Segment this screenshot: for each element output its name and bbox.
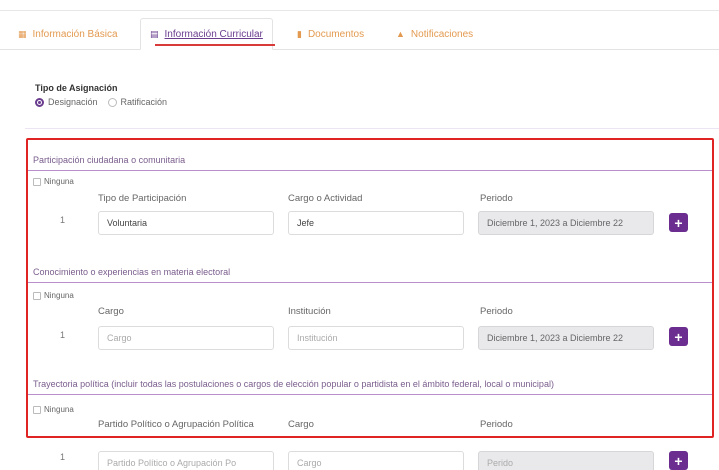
ninguna-checkbox-electoral[interactable]: Ninguna — [33, 291, 74, 300]
radio-ratificacion[interactable] — [107, 97, 117, 107]
section-underline — [28, 170, 714, 171]
col-header-cargo: Cargo — [98, 306, 124, 317]
id-card-icon: ▦ — [18, 28, 27, 39]
checkbox[interactable] — [33, 405, 41, 414]
col-header-tipo-participacion: Tipo de Participación — [98, 193, 187, 204]
cargo-input[interactable]: Cargo — [288, 451, 464, 470]
col-header-periodo: Periodo — [480, 306, 513, 317]
bell-icon: ▲ — [396, 29, 405, 39]
asignacion-title: Tipo de Asignación — [35, 83, 118, 93]
document-list-icon: ▤ — [150, 28, 159, 39]
radio-designacion-label: Designación — [48, 97, 98, 107]
tab-label: Información Curricular — [164, 28, 263, 40]
file-icon: ▮ — [297, 28, 302, 39]
col-header-partido: Partido Político o Agrupación Política — [98, 419, 254, 430]
asignacion-radio-group: Designación Ratificación — [35, 97, 177, 107]
col-header-periodo: Periodo — [480, 193, 513, 204]
ninguna-label: Ninguna — [44, 177, 74, 186]
ninguna-label: Ninguna — [44, 405, 74, 414]
periodo-input[interactable]: Diciembre 1, 2023 a Diciembre 22 — [478, 326, 654, 350]
section-divider — [25, 128, 719, 129]
tab-label: Documentos — [307, 28, 365, 40]
add-row-button[interactable]: + — [669, 327, 688, 346]
add-row-button[interactable]: + — [669, 451, 688, 470]
section-underline — [28, 394, 714, 395]
row-number: 1 — [60, 215, 66, 225]
section-title-participacion: Participación ciudadana o comunitaria — [33, 155, 186, 165]
tab-label: Notificaciones — [410, 28, 474, 40]
col-header-cargo: Cargo — [288, 419, 314, 430]
partido-input[interactable]: Partido Político o Agrupación Po — [98, 451, 274, 470]
col-header-institucion: Institución — [288, 306, 331, 317]
row-number: 1 — [60, 452, 66, 462]
ninguna-label: Ninguna — [44, 291, 74, 300]
col-header-periodo: Periodo — [480, 419, 513, 430]
cargo-input[interactable]: Cargo — [98, 326, 274, 350]
col-header-cargo-actividad: Cargo o Actividad — [288, 193, 363, 204]
section-underline — [28, 282, 714, 283]
periodo-input[interactable]: Perido — [478, 451, 654, 470]
checkbox[interactable] — [33, 177, 41, 186]
tab-label: Información Básica — [32, 28, 118, 40]
top-divider — [0, 10, 719, 11]
row-number: 1 — [60, 330, 66, 340]
active-tab-underline — [155, 44, 275, 46]
highlight-box — [26, 138, 714, 438]
tab-notificaciones[interactable]: ▲ Notificaciones — [396, 18, 473, 50]
add-row-button[interactable]: + — [669, 213, 688, 232]
cargo-actividad-input[interactable]: Jefe — [288, 211, 464, 235]
tipo-participacion-input[interactable]: Voluntaria — [98, 211, 274, 235]
tab-informacion-basica[interactable]: ▦ Información Básica — [18, 18, 118, 50]
checkbox[interactable] — [33, 291, 41, 300]
ninguna-checkbox-trayectoria[interactable]: Ninguna — [33, 405, 74, 414]
tab-documentos[interactable]: ▮ Documentos — [297, 18, 364, 50]
ninguna-checkbox-participacion[interactable]: Ninguna — [33, 177, 74, 186]
institucion-input[interactable]: Institución — [288, 326, 464, 350]
radio-ratificacion-label: Ratificación — [120, 97, 168, 107]
section-title-trayectoria: Trayectoria política (incluir todas las … — [33, 379, 554, 389]
section-title-electoral: Conocimiento o experiencias en materia e… — [33, 267, 231, 277]
periodo-input[interactable]: Diciembre 1, 2023 a Diciembre 22 — [478, 211, 654, 235]
tab-bar: ▦ Información Básica ▤ Información Curri… — [0, 18, 719, 50]
radio-designacion[interactable] — [35, 97, 44, 107]
